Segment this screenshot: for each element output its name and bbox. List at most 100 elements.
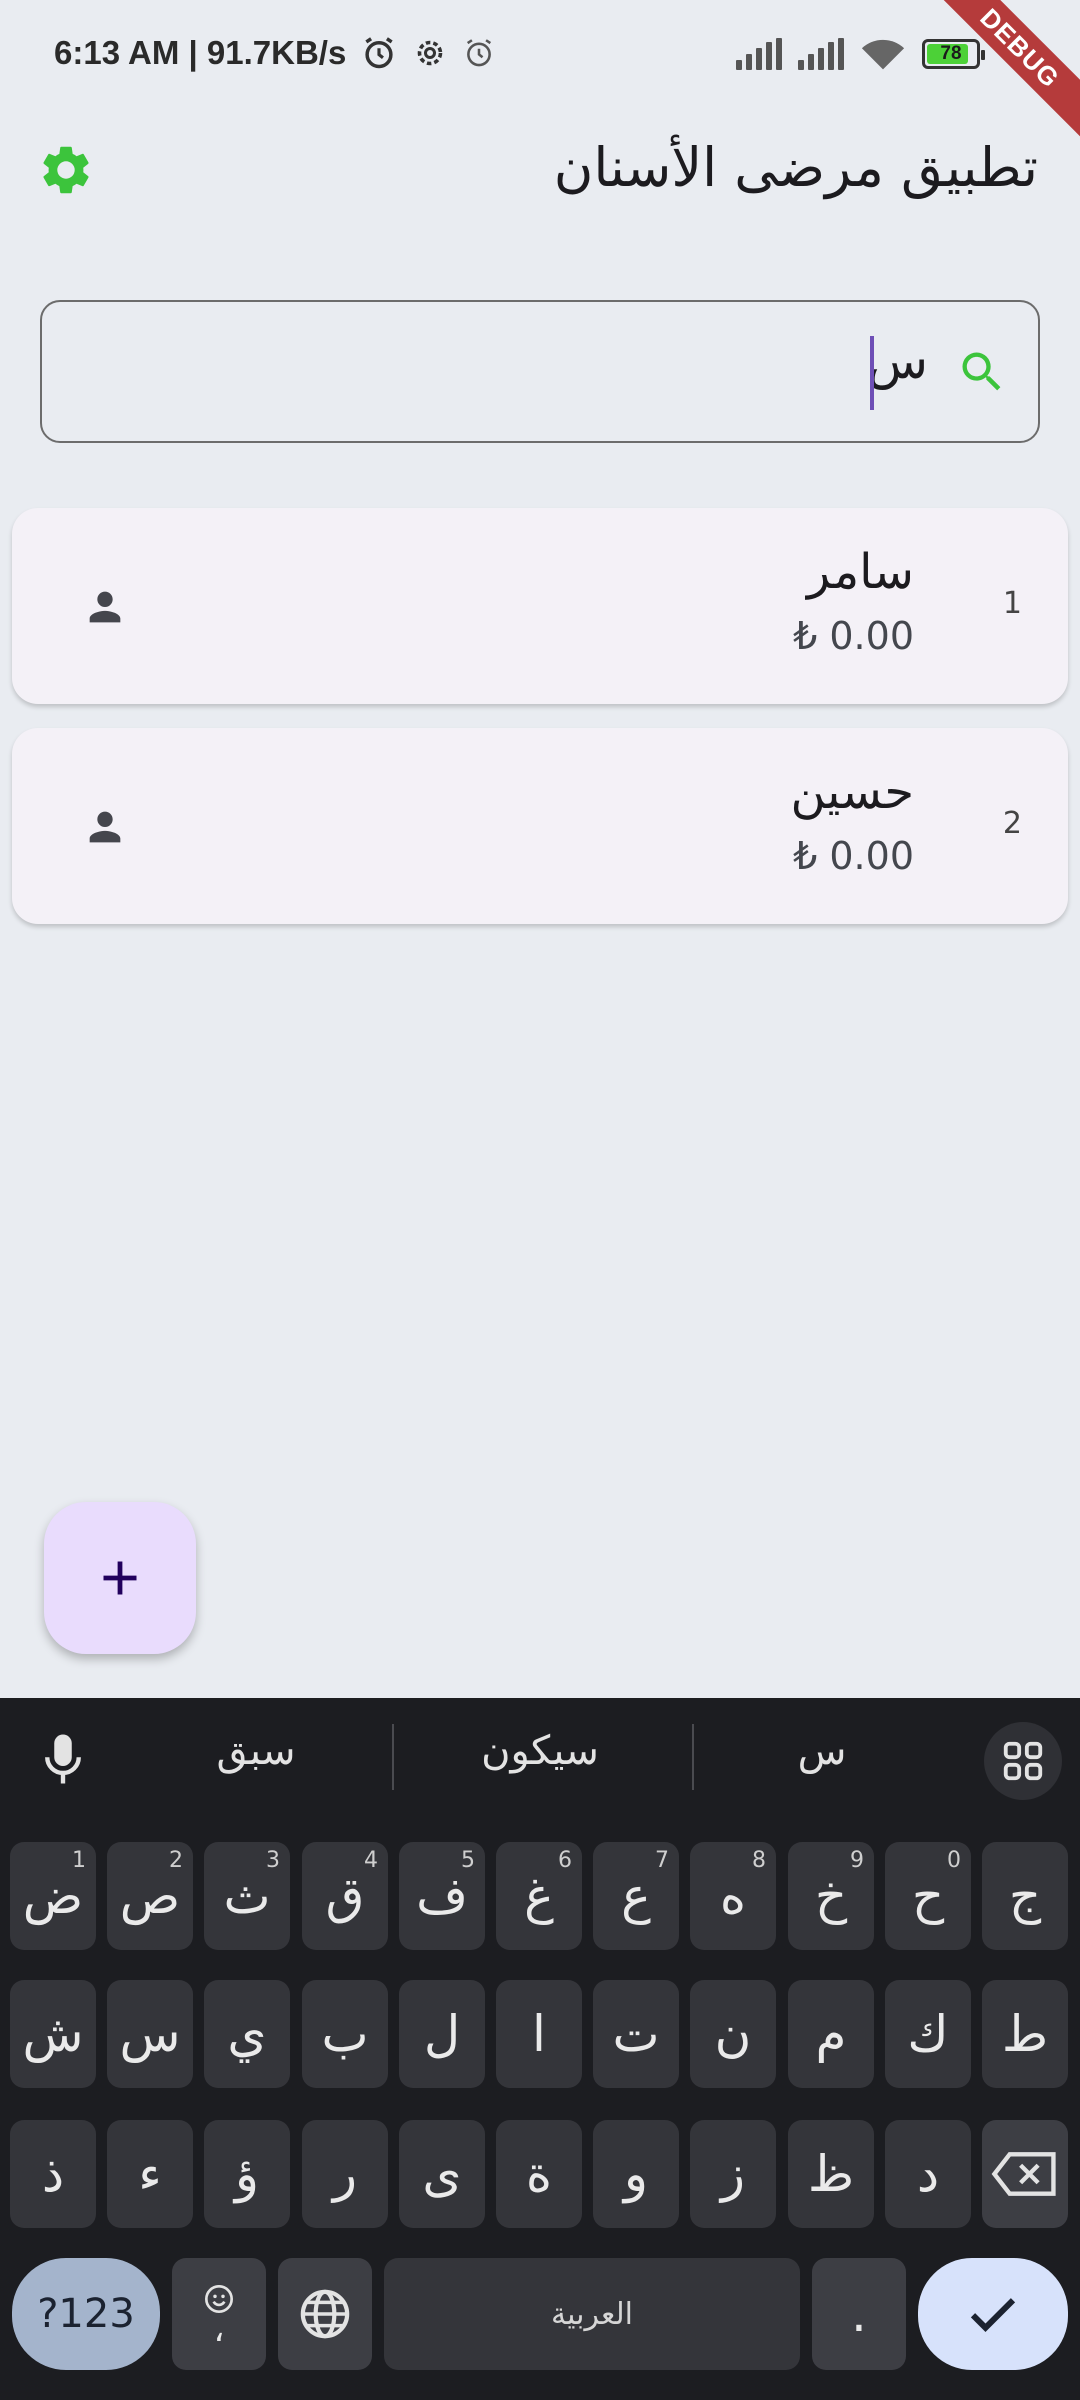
- suggestion-divider: [392, 1724, 394, 1790]
- key[interactable]: ه8: [690, 1842, 776, 1950]
- key[interactable]: ر: [302, 2120, 388, 2228]
- key[interactable]: ا: [496, 1980, 582, 2088]
- key[interactable]: ز: [690, 2120, 776, 2228]
- patient-name: سامر: [806, 544, 914, 600]
- search-input[interactable]: س: [40, 300, 1040, 443]
- key[interactable]: ى: [399, 2120, 485, 2228]
- key-label: ا: [532, 2005, 546, 2063]
- suggestion-divider: [692, 1724, 694, 1790]
- key-label: ف: [416, 1867, 468, 1925]
- key-hint: 8: [752, 1848, 766, 1873]
- key[interactable]: ع7: [593, 1842, 679, 1950]
- keyboard: سبق سيكون س ?123 ، العربية . جح0خ9 ه 8 ع…: [0, 1698, 1080, 2400]
- key-label: س: [119, 2005, 181, 2063]
- text-caret: [870, 336, 874, 410]
- settings-status-icon: [417, 40, 443, 66]
- suggestion-2[interactable]: سيكون: [420, 1728, 660, 1774]
- key-label: ل: [423, 2005, 461, 2063]
- key-label: ذ: [41, 2145, 65, 2203]
- person-icon: [89, 811, 121, 843]
- key-label: ؤ: [234, 2145, 260, 2203]
- key-hint: 7: [655, 1848, 669, 1873]
- patient-index: 1: [1002, 586, 1022, 621]
- page-title: تطبيق مرضى الأسنان: [553, 136, 1038, 199]
- key-hint: 6: [558, 1848, 572, 1873]
- key-label: ي: [227, 2005, 267, 2063]
- key-label: غ: [524, 1867, 554, 1925]
- key[interactable]: ث3: [204, 1842, 290, 1950]
- key[interactable]: و: [593, 2120, 679, 2228]
- patient-name: حسين: [790, 764, 914, 820]
- patient-amount: ₺ 0.00: [793, 834, 914, 878]
- key-label: ة: [525, 2145, 553, 2203]
- done-key[interactable]: [918, 2258, 1068, 2370]
- grid-icon: [1003, 1741, 1043, 1781]
- key[interactable]: س: [107, 1980, 193, 2088]
- key-label: م: [815, 2005, 847, 2063]
- key[interactable]: ج: [982, 1842, 1068, 1950]
- key-label: ق: [325, 1867, 365, 1925]
- add-patient-button[interactable]: [44, 1502, 196, 1654]
- key[interactable]: ء: [107, 2120, 193, 2228]
- key[interactable]: ل: [399, 1980, 485, 2088]
- emoji-key[interactable]: ،: [172, 2258, 266, 2370]
- plus-icon: [103, 1561, 137, 1595]
- microphone-icon[interactable]: [42, 1730, 84, 1788]
- key-hint: 5: [461, 1848, 475, 1873]
- key[interactable]: ب: [302, 1980, 388, 2088]
- key[interactable]: ي: [204, 1980, 290, 2088]
- key[interactable]: ة: [496, 2120, 582, 2228]
- backspace-key[interactable]: [982, 2120, 1068, 2228]
- key-label: ط: [1001, 2005, 1049, 2063]
- symbols-key[interactable]: ?123: [12, 2258, 160, 2370]
- key[interactable]: ن: [690, 1980, 776, 2088]
- key[interactable]: ط: [982, 1980, 1068, 2088]
- key-label: ع: [621, 1867, 651, 1925]
- key[interactable]: ك: [885, 1980, 971, 2088]
- key-label: ش: [22, 2005, 84, 2063]
- gear-icon: [43, 146, 89, 194]
- language-key[interactable]: [278, 2258, 372, 2370]
- key[interactable]: د: [885, 2120, 971, 2228]
- key-label: ض: [22, 1867, 84, 1925]
- key[interactable]: ض1: [10, 1842, 96, 1950]
- key-label: ث: [223, 1867, 271, 1925]
- key-label: خ: [814, 1867, 848, 1925]
- key[interactable]: ش: [10, 1980, 96, 2088]
- search-icon: [962, 352, 1001, 391]
- suggestion-3[interactable]: سبق: [136, 1728, 376, 1774]
- key[interactable]: ظ: [788, 2120, 874, 2228]
- key-label: ن: [714, 2005, 752, 2063]
- period-key[interactable]: .: [812, 2258, 906, 2370]
- space-key[interactable]: العربية: [384, 2258, 800, 2370]
- key[interactable]: ف5: [399, 1842, 485, 1950]
- key[interactable]: ص2: [107, 1842, 193, 1950]
- globe-icon: [300, 2289, 350, 2339]
- status-bar: 6:13 AM | 91.7KB/s 78: [0, 0, 1080, 110]
- patient-card-1[interactable]: 1 سامر ₺ 0.00: [12, 508, 1068, 704]
- key-label: و: [623, 2145, 649, 2203]
- apps-grid-button[interactable]: [984, 1722, 1062, 1800]
- key-label: ر: [332, 2145, 358, 2203]
- key[interactable]: ؤ: [204, 2120, 290, 2228]
- person-icon: [89, 591, 121, 623]
- key-hint: 9: [850, 1848, 864, 1873]
- key[interactable]: ح0: [885, 1842, 971, 1950]
- patient-card-2[interactable]: 2 حسين ₺ 0.00: [12, 728, 1068, 924]
- key-hint: 0: [947, 1848, 961, 1873]
- signal-1-icon: [736, 38, 782, 70]
- settings-button[interactable]: [36, 140, 96, 200]
- status-left: 6:13 AM | 91.7KB/s: [54, 34, 496, 72]
- key[interactable]: غ6: [496, 1842, 582, 1950]
- key[interactable]: ذ: [10, 2120, 96, 2228]
- battery-level: 78: [940, 43, 962, 64]
- suggestion-1[interactable]: س: [702, 1728, 942, 1774]
- key[interactable]: ت: [593, 1980, 679, 2088]
- key[interactable]: خ9: [788, 1842, 874, 1950]
- key[interactable]: م: [788, 1980, 874, 2088]
- key-label: ت: [612, 2005, 660, 2063]
- backspace-icon: [991, 2152, 1056, 2196]
- key-label: ك: [907, 2005, 949, 2063]
- key[interactable]: ق4: [302, 1842, 388, 1950]
- patient-index: 2: [1002, 806, 1022, 841]
